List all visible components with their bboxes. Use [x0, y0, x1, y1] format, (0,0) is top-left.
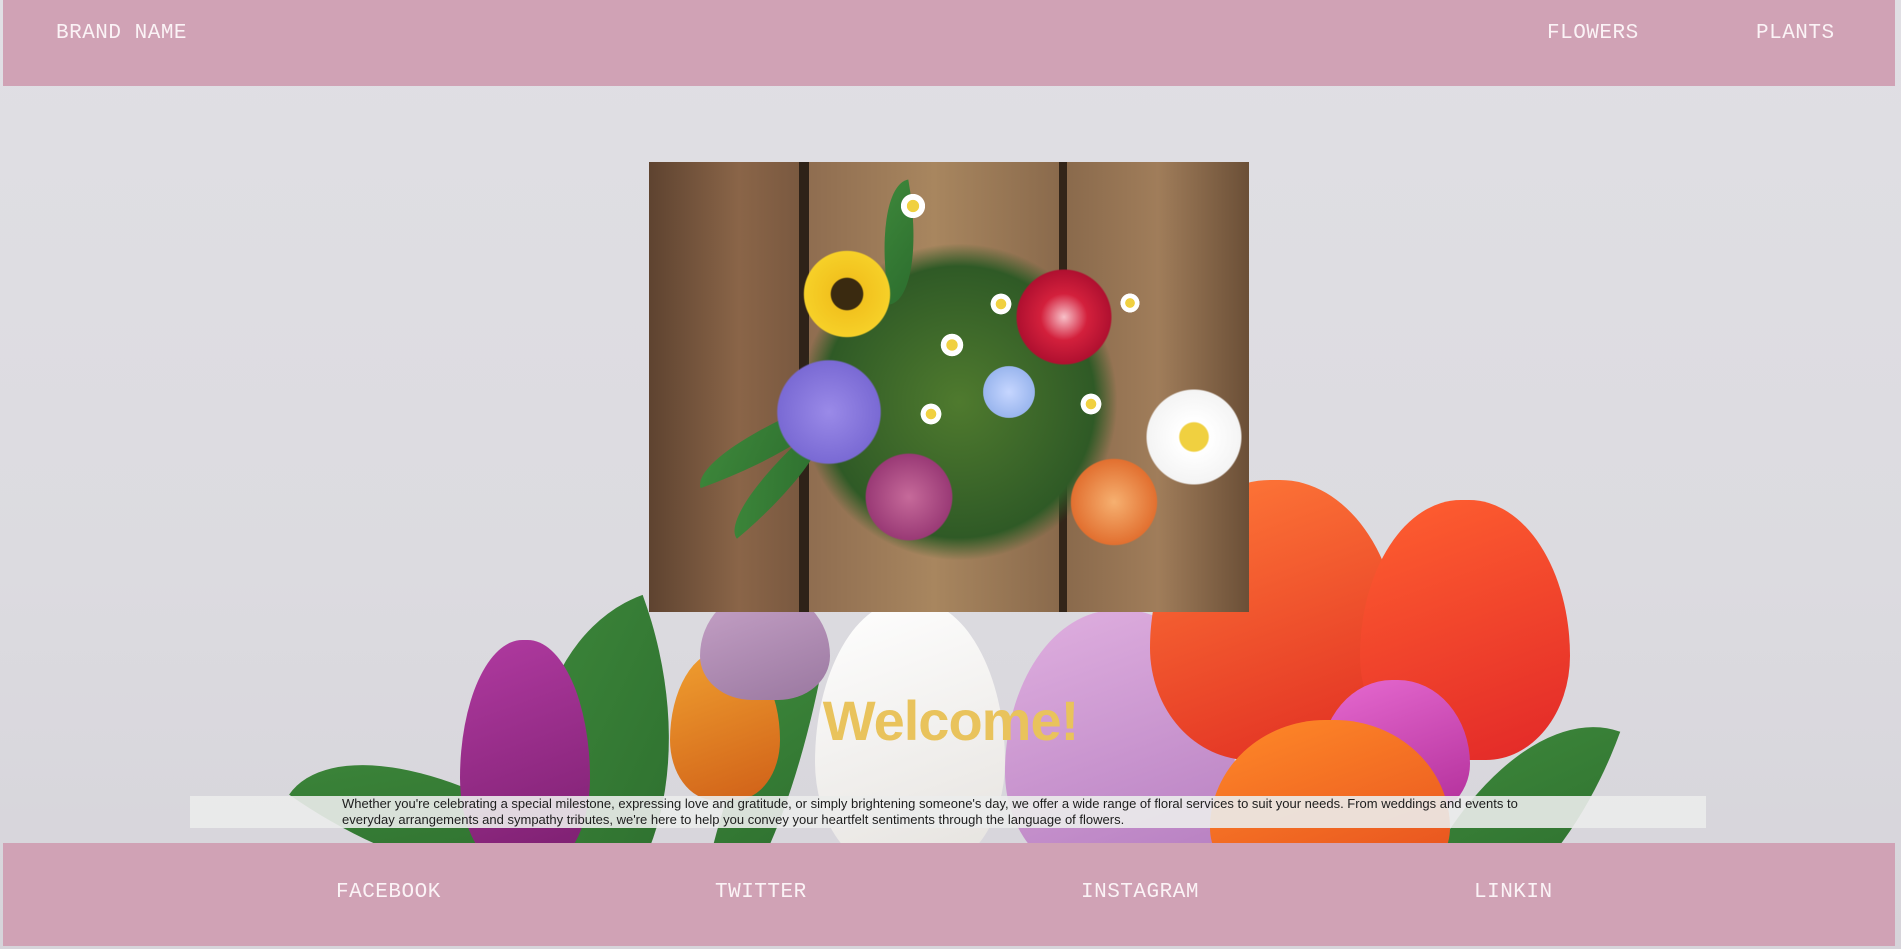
nav-link-plants[interactable]: PLANTS	[1756, 22, 1835, 45]
footer-link-twitter[interactable]: TWITTER	[715, 881, 807, 904]
description-box: Whether you're celebrating a special mil…	[190, 796, 1706, 828]
welcome-title: Welcome!	[822, 689, 1079, 752]
nav-link-flowers[interactable]: FLOWERS	[1547, 22, 1639, 45]
footer-link-instagram[interactable]: INSTAGRAM	[1081, 881, 1199, 904]
description-text: Whether you're celebrating a special mil…	[342, 796, 1518, 827]
footer-link-facebook[interactable]: FACEBOOK	[336, 881, 441, 904]
header-bar: BRAND NAME FLOWERS PLANTS	[3, 0, 1895, 86]
brand-name[interactable]: BRAND NAME	[56, 22, 187, 45]
footer-bar: FACEBOOK TWITTER INSTAGRAM LINKIN	[3, 843, 1895, 946]
footer-link-linkin[interactable]: LINKIN	[1474, 881, 1553, 904]
flower-bouquet-image	[649, 162, 1249, 612]
